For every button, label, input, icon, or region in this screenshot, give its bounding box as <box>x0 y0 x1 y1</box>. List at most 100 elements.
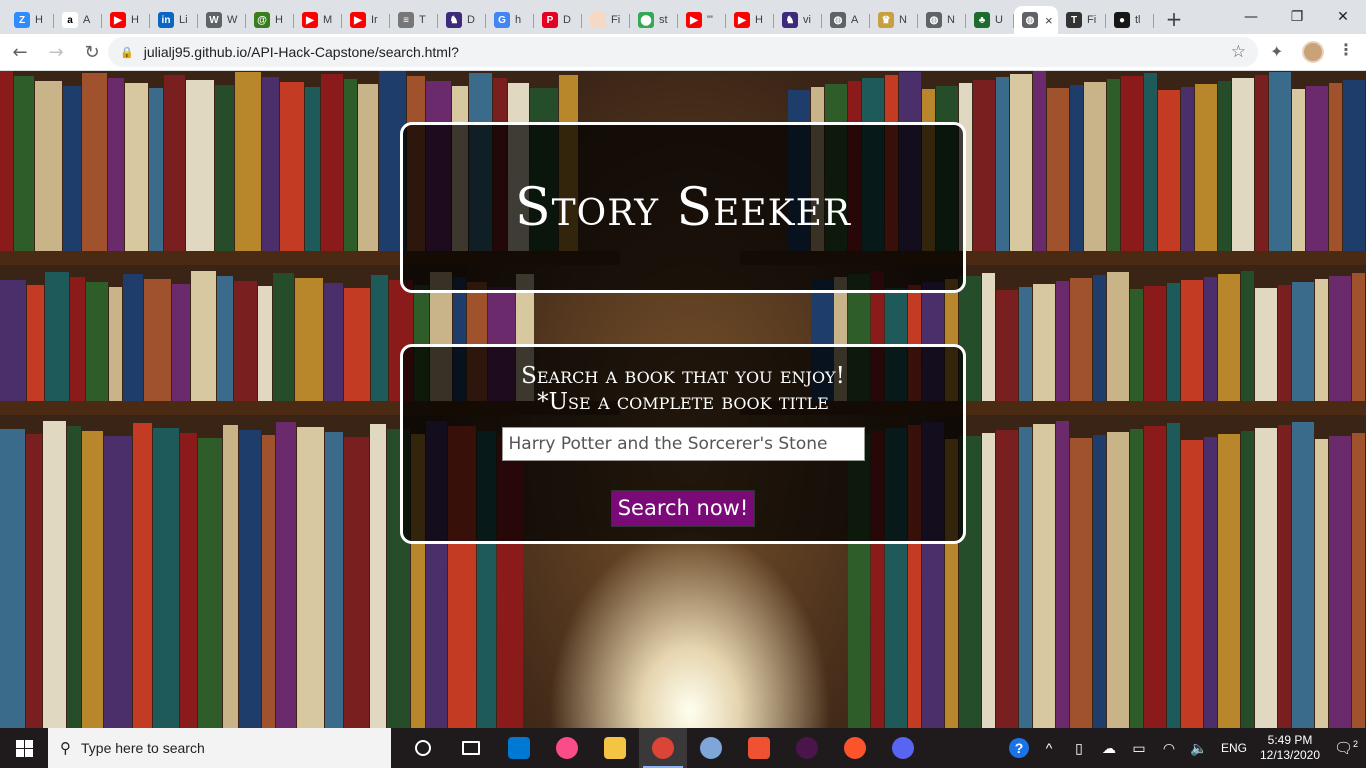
globe-icon: ◍ <box>830 12 846 28</box>
discord-taskbar-button[interactable] <box>879 728 927 768</box>
book-spine <box>973 80 995 251</box>
cortana-taskbar-button[interactable] <box>399 728 447 768</box>
browser-tab[interactable]: Gh <box>486 6 534 34</box>
tab-label: vi <box>803 14 811 26</box>
book-title-input[interactable] <box>501 427 865 461</box>
book-spine <box>996 290 1018 401</box>
book-spine <box>1144 73 1157 251</box>
tab-label: h <box>515 14 522 26</box>
browser-tab[interactable]: ♞ vi <box>774 6 822 34</box>
browser-tab[interactable]: @ H <box>246 6 294 34</box>
weather-taskbar-button[interactable] <box>687 728 735 768</box>
battery-icon[interactable]: ▭ <box>1124 740 1154 757</box>
book-spine <box>1352 433 1365 728</box>
search-icon: ⚲ <box>60 739 71 757</box>
bookmark-star-icon[interactable]: ☆ <box>1231 42 1246 62</box>
github-icon: ● <box>1114 12 1130 28</box>
clock[interactable]: 5:49 PM 12/13/2020 <box>1254 733 1326 763</box>
phone-link-icon[interactable]: ▯ <box>1064 740 1094 757</box>
maximize-button[interactable]: ❐ <box>1274 0 1320 34</box>
book-spine <box>1292 282 1314 401</box>
book-spine <box>43 421 66 728</box>
browser-tab[interactable]: Fi <box>582 6 630 34</box>
volume-icon[interactable]: 🔈 <box>1184 740 1214 757</box>
book-spine <box>104 436 132 728</box>
book-spine <box>67 426 81 728</box>
browser-tab[interactable]: T Fi <box>1058 6 1106 34</box>
vscode-taskbar-button[interactable] <box>495 728 543 768</box>
book-spine <box>215 85 234 251</box>
back-button[interactable]: ← <box>4 36 36 68</box>
search-card: Search a book that you enjoy! *Use a com… <box>400 344 966 544</box>
extensions-icon[interactable]: ✦ <box>1270 42 1283 61</box>
itunes-taskbar-button[interactable] <box>543 728 591 768</box>
browser-tab[interactable]: ▶ Ir <box>342 6 390 34</box>
book-spine <box>14 76 34 251</box>
slack-taskbar-button[interactable] <box>783 728 831 768</box>
book-spine <box>1269 72 1291 251</box>
git-taskbar-button[interactable] <box>735 728 783 768</box>
chrome-icon <box>652 737 674 759</box>
browser-tab[interactable]: ZH <box>6 6 54 34</box>
search-now-button[interactable]: Search now! <box>610 490 756 527</box>
browser-tab[interactable]: PD <box>534 6 582 34</box>
browser-tab[interactable]: in Li <box>150 6 198 34</box>
browser-tab[interactable]: ● tl <box>1106 6 1154 34</box>
page-title: Story Seeker <box>515 177 851 238</box>
help-icon[interactable]: ? <box>1004 738 1034 758</box>
browser-tab[interactable]: ≡ T <box>390 6 438 34</box>
input-language[interactable]: ENG <box>1214 741 1254 755</box>
show-hidden-icons-chevron-icon[interactable]: ^ <box>1034 740 1064 756</box>
tab-label: H <box>131 14 139 26</box>
forward-button[interactable]: → <box>40 36 72 68</box>
browser-tab[interactable]: ◍ A <box>822 6 870 34</box>
tab-label: Fi <box>1087 14 1097 26</box>
book-spine <box>982 433 995 728</box>
book-spine <box>1181 280 1203 401</box>
book-spine <box>144 279 171 401</box>
close-tab-icon[interactable]: × <box>1045 13 1053 28</box>
browser-tab[interactable]: ♛ N <box>870 6 918 34</box>
brave-taskbar-button[interactable] <box>831 728 879 768</box>
new-tab-button[interactable]: + <box>1160 5 1188 33</box>
clock-time: 5:49 PM <box>1267 733 1313 747</box>
reload-button[interactable]: ↻ <box>76 36 108 68</box>
browser-tab[interactable]: ◍ N <box>918 6 966 34</box>
youtube-icon: ▶ <box>734 12 750 28</box>
browser-tab[interactable]: ▶ M <box>294 6 342 34</box>
wifi-icon[interactable]: ◠ <box>1154 740 1184 757</box>
book-spine <box>180 433 197 728</box>
browser-tab[interactable]: ▶ H <box>726 6 774 34</box>
address-bar[interactable]: 🔒 julialj95.github.io/API-Hack-Capstone/… <box>108 37 1258 67</box>
profile-avatar[interactable] <box>1302 41 1324 63</box>
close-window-button[interactable]: ✕ <box>1320 0 1366 34</box>
book-spine <box>1107 79 1120 251</box>
browser-menu-icon[interactable]: ⋮ <box>1338 40 1354 59</box>
browser-tab[interactable]: ♞ D <box>438 6 486 34</box>
zoom-icon: Z <box>14 12 30 28</box>
task-view-taskbar-button[interactable] <box>447 728 495 768</box>
lock-icon[interactable]: 🔒 <box>120 46 134 59</box>
book-spine <box>109 287 122 401</box>
browser-tab[interactable]: aA <box>54 6 102 34</box>
taskbar-search-box[interactable]: ⚲ Type here to search <box>48 728 391 768</box>
browser-tab[interactable]: WW <box>198 6 246 34</box>
notifications-icon[interactable]: 🗨2 <box>1326 739 1366 757</box>
start-button[interactable] <box>0 728 48 768</box>
browser-tab[interactable]: ▶ H <box>102 6 150 34</box>
book-spine <box>1255 75 1268 251</box>
book-spine <box>1093 275 1106 401</box>
url-text[interactable]: julialj95.github.io/API-Hack-Capstone/se… <box>144 44 459 60</box>
globe-icon: ◍ <box>926 12 942 28</box>
chrome-taskbar-button[interactable] <box>639 728 687 768</box>
minimize-button[interactable]: — <box>1228 0 1274 34</box>
browser-tab[interactable]: ◍ × <box>1014 6 1058 34</box>
tab-label: M <box>323 14 333 26</box>
tree-icon: ♣ <box>974 12 990 28</box>
browser-tab[interactable]: ▶ "' <box>678 6 726 34</box>
browser-tab[interactable]: ⬤ st <box>630 6 678 34</box>
onedrive-cloud-icon[interactable]: ☁ <box>1094 740 1124 757</box>
file-explorer-taskbar-button[interactable] <box>591 728 639 768</box>
browser-tab[interactable]: ♣ U <box>966 6 1014 34</box>
maps-icon: ⬤ <box>638 12 654 28</box>
